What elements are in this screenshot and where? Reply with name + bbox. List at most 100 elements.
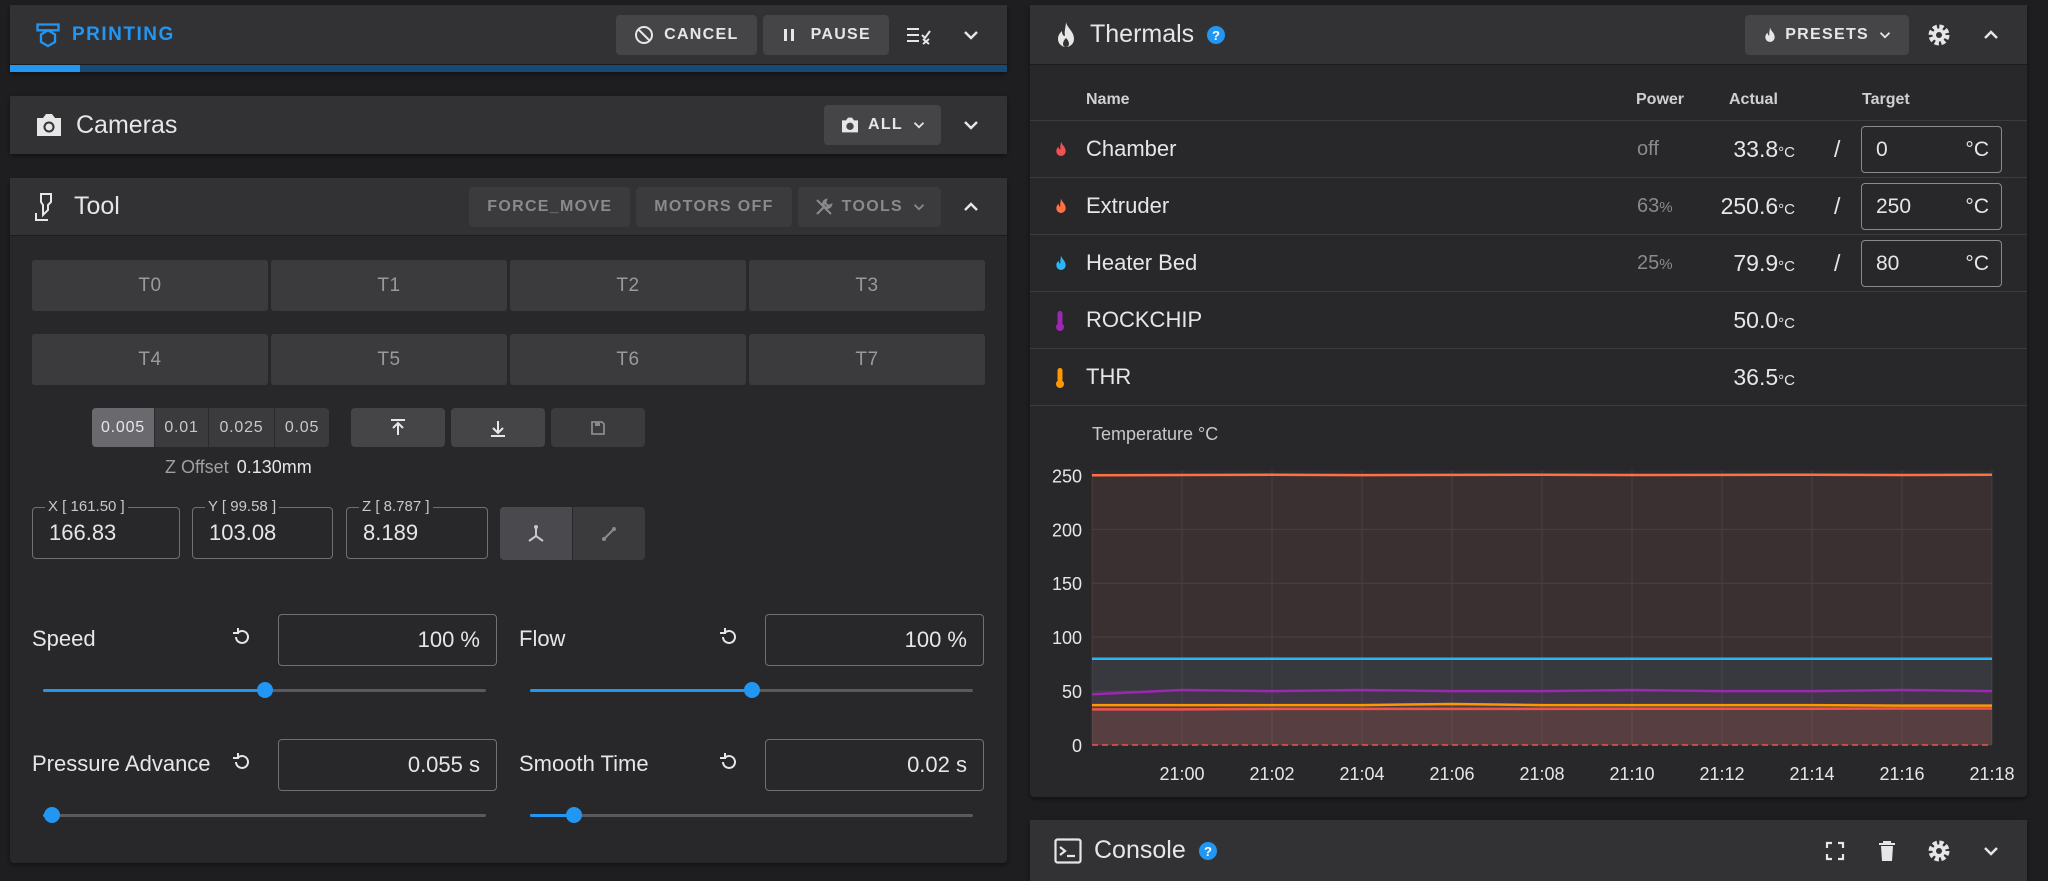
wrench-icon [815,197,833,215]
camera-filter-select[interactable]: ALL [823,105,941,145]
printing-collapse-button[interactable] [949,15,993,55]
thermal-row-rockchip: ROCKCHIP 50.0°C [1030,291,2027,348]
target-separator: / [1834,193,1841,219]
svg-text:?: ? [1204,844,1212,859]
speed-slider[interactable] [43,682,486,698]
force-move-label: FORCE_MOVE [487,197,613,215]
pressure-advance-label: Pressure Advance [32,751,211,776]
pressure-advance-input[interactable]: 0.055 s [278,739,497,791]
heater-bed-target-input[interactable]: 80 °C [1861,240,2002,287]
exclude-objects-button[interactable] [897,15,941,55]
temperature-chart: Temperature °C 0 50 100 150 200 250 21:00 21:02 2… [1052,424,2015,784]
z-step-0-01[interactable]: 0.01 [154,408,208,447]
toolhead-button-t4[interactable]: T4 [32,334,268,385]
speed-slider-fill [43,689,265,692]
relative-move-toggle[interactable] [573,507,645,560]
presets-label: PRESETS [1785,25,1869,43]
speed-reset-button[interactable] [230,625,254,654]
chevron-down-icon [1879,31,1891,39]
svg-text:?: ? [1212,28,1220,43]
table-bottom-divider [1030,405,2027,406]
toolhead-button-t5[interactable]: T5 [271,334,507,385]
console-icon [1054,837,1082,864]
reset-icon [720,753,736,769]
toolhead-button-t0[interactable]: T0 [32,260,268,311]
smooth-time-label: Smooth Time [519,751,649,776]
presets-menu-button[interactable]: PRESETS [1745,14,1909,55]
reset-icon [233,628,249,644]
thermal-actual-unit: °C [1778,258,1795,275]
toolhead-button-t2[interactable]: T2 [510,260,746,311]
thermal-power: 63% [1637,195,1673,218]
flow-reset-button[interactable] [717,625,741,654]
console-panel: Console ? [1030,820,2027,881]
z-position-field[interactable]: Z [ 8.787 ] 8.189 [346,498,488,559]
z-step-0-025[interactable]: 0.025 [208,408,274,447]
x-position-field[interactable]: X [ 161.50 ] 166.83 [32,498,180,559]
tool-collapse-button[interactable] [949,187,993,227]
toolhead-button-t3[interactable]: T3 [749,260,985,311]
speed-label: Speed [32,626,96,651]
chevron-down-icon [913,122,925,129]
flow-slider[interactable] [530,682,973,698]
z-offset-up-button[interactable] [351,408,445,447]
smooth-time-reset-button[interactable] [717,750,741,779]
console-settings-button[interactable] [1917,831,1961,871]
smooth-time-input[interactable]: 0.02 s [765,739,984,791]
thermal-power-unit: % [1659,256,1673,273]
thermal-row-heater-bed: Heater Bed 25% 79.9°C / 80 °C [1030,234,2027,291]
speed-input[interactable]: 100 % [278,614,497,666]
console-clear-button[interactable] [1865,831,1909,871]
thermals-collapse-button[interactable] [1969,15,2013,55]
smooth-time-value: 0.02 s [907,752,967,777]
y-position-field[interactable]: Y [ 99.58 ] 103.08 [192,498,333,559]
smooth-time-slider-handle[interactable] [566,807,583,823]
z-offset-down-button[interactable] [451,408,545,447]
thermals-title: Thermals [1090,20,1195,48]
thermals-settings-button[interactable] [1917,15,1961,55]
thermals-panel: Thermals ? PRESETS Name Power Actual Tar… [1030,5,2027,797]
help-icon[interactable]: ? [1198,841,1218,861]
z-offset-label: Z Offset [165,457,229,477]
cancel-button[interactable]: CANCEL [616,14,757,55]
thermal-actual: 250.6°C [1721,193,1795,220]
smooth-time-slider[interactable] [530,807,973,823]
toolhead-button-t1[interactable]: T1 [271,260,507,311]
pressure-advance-slider[interactable] [43,807,486,823]
absolute-move-toggle[interactable] [500,507,572,560]
flow-input[interactable]: 100 % [765,614,984,666]
thermals-header: Thermals ? PRESETS [1030,5,2027,65]
chart-x-tick-label: 21:04 [1339,764,1384,784]
chevron-up-icon [964,201,978,211]
y-position-value: 103.08 [209,520,277,545]
print-progress-bar [10,65,1007,72]
force-move-button[interactable]: FORCE_MOVE [469,186,631,227]
z-step-0-05[interactable]: 0.05 [274,408,329,447]
cameras-expand-button[interactable] [949,105,993,145]
z-step-0-005[interactable]: 0.005 [92,408,154,447]
flow-slider-handle[interactable] [743,682,760,698]
thermal-name: Chamber [1086,136,1177,161]
chamber-target-input[interactable]: 0 °C [1861,126,2002,173]
extruder-target-input[interactable]: 250 °C [1861,183,2002,230]
toolhead-button-t6[interactable]: T6 [510,334,746,385]
chart-y-tick-label: 150 [1052,574,1082,594]
pause-button[interactable]: PAUSE [762,14,889,55]
console-fullscreen-button[interactable] [1813,831,1857,871]
reset-icon [720,628,736,644]
col-header-actual: Actual [1729,91,1778,108]
motors-off-button[interactable]: MOTORS OFF [636,186,792,227]
fire-icon [1058,21,1074,47]
speed-slider-handle[interactable] [256,682,273,698]
toolhead-button-t7[interactable]: T7 [749,334,985,385]
motors-off-label: MOTORS OFF [654,197,774,215]
help-icon[interactable]: ? [1206,25,1226,45]
chart-y-tick-label: 250 [1052,466,1082,486]
target-separator: / [1834,250,1841,276]
pressure-advance-reset-button[interactable] [230,750,254,779]
z-offset-save-button[interactable] [551,408,645,447]
tools-menu-button[interactable]: TOOLS [797,186,941,227]
thermal-power: 25% [1637,252,1673,275]
pressure-advance-slider-handle[interactable] [43,807,60,823]
console-expand-button[interactable] [1969,831,2013,871]
